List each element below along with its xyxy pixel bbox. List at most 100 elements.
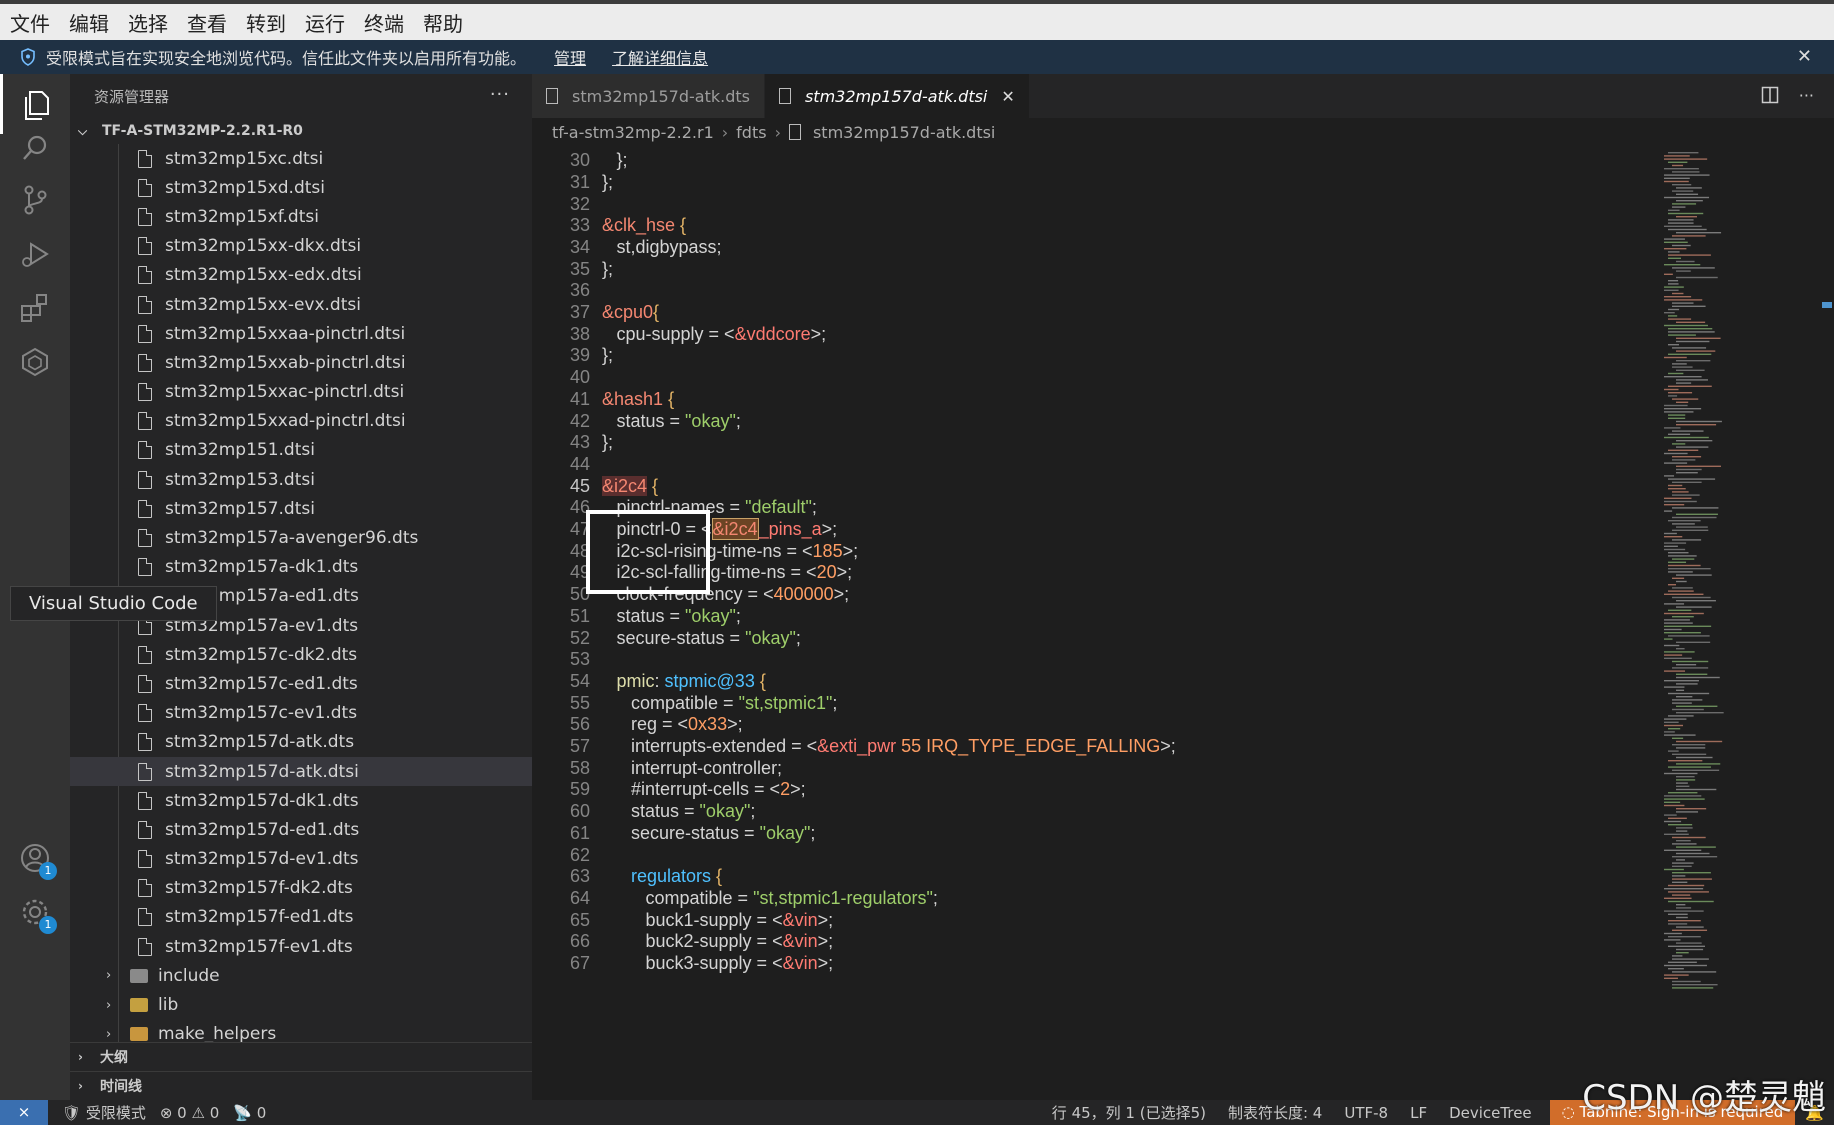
close-icon[interactable]: ✕ xyxy=(1797,46,1812,67)
minimap-line xyxy=(1664,411,1694,413)
language-mode[interactable]: DeviceTree xyxy=(1449,1104,1532,1122)
breadcrumb-item[interactable]: stm32mp157d-atk.dtsi xyxy=(813,123,995,142)
minimap-line xyxy=(1668,792,1698,794)
minimap-line xyxy=(1672,366,1693,368)
minimap-line xyxy=(1676,641,1711,643)
menu-item[interactable]: 帮助 xyxy=(423,8,463,37)
menu-item[interactable]: 选择 xyxy=(128,8,168,37)
file-label: stm32mp157f-ed1.dts xyxy=(165,907,354,928)
learn-more-link[interactable]: 了解详细信息 xyxy=(612,45,708,69)
minimap-line xyxy=(1664,299,1703,301)
file-item[interactable]: stm32mp157.dtsi xyxy=(70,494,532,523)
manage-link[interactable]: 管理 xyxy=(554,45,586,69)
menu-item[interactable]: 查看 xyxy=(187,8,227,37)
minimap-line xyxy=(1668,913,1688,915)
minimap-line xyxy=(1668,584,1677,586)
file-item[interactable]: stm32mp157a-avenger96.dts xyxy=(70,523,532,552)
file-item[interactable]: stm32mp157c-ev1.dts xyxy=(70,699,532,728)
code-line[interactable]: 67 buck3-supply = <&vin>; xyxy=(532,951,1682,976)
minimap-line xyxy=(1664,964,1707,967)
file-item[interactable]: stm32mp157f-ev1.dts xyxy=(70,932,532,961)
file-item[interactable]: stm32mp157c-ed1.dts xyxy=(70,669,532,698)
more-actions-icon[interactable]: ··· xyxy=(490,84,510,105)
remote-icon[interactable]: ⨯ xyxy=(0,1100,48,1125)
source-control-icon[interactable] xyxy=(17,182,53,218)
restricted-mode-status[interactable]: 🛡 受限模式 xyxy=(62,1102,146,1123)
file-item[interactable]: stm32mp157d-atk.dts xyxy=(70,728,532,757)
file-item[interactable]: stm32mp151.dtsi xyxy=(70,436,532,465)
minimap-line xyxy=(1668,372,1684,375)
file-item[interactable]: stm32mp15xx-edx.dtsi xyxy=(70,261,532,290)
watermark: CSDN @楚灵魈 xyxy=(1582,1078,1826,1118)
folder-item[interactable]: › make_helpers xyxy=(70,1020,532,1042)
file-item[interactable]: stm32mp15xc.dtsi xyxy=(70,144,532,173)
code-token: &vin xyxy=(782,953,818,974)
file-item[interactable]: stm32mp157d-ev1.dts xyxy=(70,845,532,874)
gear-icon[interactable]: 1 xyxy=(17,894,57,934)
file-item[interactable]: stm32mp157f-dk2.dts xyxy=(70,874,532,903)
encoding[interactable]: UTF-8 xyxy=(1344,1104,1388,1122)
more-actions-icon[interactable]: ··· xyxy=(1799,86,1814,108)
remote-explorer-icon[interactable] xyxy=(17,344,53,380)
minimap-line xyxy=(1668,331,1715,333)
run-debug-icon[interactable] xyxy=(17,236,53,272)
file-item[interactable]: stm32mp157f-ed1.dts xyxy=(70,903,532,932)
file-item[interactable]: stm32mp157d-dk1.dts xyxy=(70,786,532,815)
tooltip: Visual Studio Code xyxy=(10,586,217,621)
folder-item[interactable]: › lib xyxy=(70,990,532,1019)
code-token: ; xyxy=(811,497,817,518)
file-icon xyxy=(138,704,152,723)
timeline-section[interactable]: › 时间线 xyxy=(70,1071,532,1100)
minimap-line xyxy=(1664,721,1679,723)
file-item[interactable]: stm32mp157d-atk.dtsi xyxy=(70,756,532,787)
file-item[interactable]: stm32mp15xxad-pinctrl.dtsi xyxy=(70,407,532,436)
minimap-line xyxy=(1676,232,1722,234)
code-token: interrupt-controller; xyxy=(631,757,783,778)
close-icon[interactable]: ✕ xyxy=(1001,87,1014,106)
minimap-line xyxy=(1676,580,1687,583)
minimap[interactable] xyxy=(1660,148,1820,1088)
menu-item[interactable]: 终端 xyxy=(364,8,404,37)
file-item[interactable]: stm32mp15xx-evx.dtsi xyxy=(70,290,532,319)
file-item[interactable]: stm32mp15xd.dtsi xyxy=(70,173,532,202)
end-of-line[interactable]: LF xyxy=(1410,1104,1427,1122)
search-icon[interactable] xyxy=(17,130,53,166)
menu-item[interactable]: 编辑 xyxy=(69,8,109,37)
scrollbar-thumb[interactable] xyxy=(1822,302,1832,308)
tab-stm32mp157d-atk-dtsi[interactable]: stm32mp157d-atk.dtsi ✕ xyxy=(764,74,1030,118)
vertical-scrollbar[interactable] xyxy=(1820,148,1834,1088)
extensions-icon[interactable] xyxy=(17,290,53,326)
file-item[interactable]: stm32mp157d-ed1.dts xyxy=(70,815,532,844)
problems-status[interactable]: ⊗ 0 ⚠ 0 xyxy=(160,1104,219,1122)
outline-section[interactable]: › 大纲 xyxy=(70,1042,532,1071)
cursor-position[interactable]: 行 45，列 1 (已选择5) xyxy=(1052,1102,1206,1123)
account-icon[interactable]: 1 xyxy=(17,840,57,880)
file-item[interactable]: stm32mp15xxaa-pinctrl.dtsi xyxy=(70,319,532,348)
tab-stm32mp157d-atk-dts[interactable]: stm32mp157d-atk.dts xyxy=(532,74,765,118)
menu-item[interactable]: 文件 xyxy=(10,8,50,37)
file-item[interactable]: stm32mp153.dtsi xyxy=(70,465,532,494)
breadcrumb-item[interactable]: fdts xyxy=(736,123,766,142)
tab-size[interactable]: 制表符长度: 4 xyxy=(1228,1102,1322,1123)
explorer-icon[interactable] xyxy=(0,74,70,134)
file-item[interactable]: stm32mp15xf.dtsi xyxy=(70,202,532,231)
code-editor[interactable]: 30}; 31}; 32 33 &clk_hse {34 st,digbypass; 35}… xyxy=(532,148,1682,1088)
ports-status[interactable]: 📡 0 xyxy=(233,1104,266,1122)
workspace-folder[interactable]: ⌵ TF-A-STM32MP-2.2.R1-R0 xyxy=(70,118,532,144)
folder-item[interactable]: › include xyxy=(70,961,532,990)
minimap-line xyxy=(1664,545,1678,547)
minimap-line xyxy=(1676,465,1721,467)
split-editor-icon[interactable] xyxy=(1761,86,1779,108)
file-item[interactable]: stm32mp157c-dk2.dts xyxy=(70,640,532,669)
menu-item[interactable]: 转到 xyxy=(246,8,286,37)
breadcrumb-item[interactable]: tf-a-stm32mp-2.2.r1 xyxy=(552,123,714,142)
file-item[interactable]: stm32mp15xxab-pinctrl.dtsi xyxy=(70,348,532,377)
menu-item[interactable]: 运行 xyxy=(305,8,345,37)
file-item[interactable]: stm32mp157a-dk1.dts xyxy=(70,553,532,582)
minimap-line xyxy=(1664,651,1695,653)
file-item[interactable]: stm32mp15xxac-pinctrl.dtsi xyxy=(70,378,532,407)
minimap-line xyxy=(1668,254,1711,256)
code-token: >; xyxy=(821,519,838,540)
minimap-line xyxy=(1672,302,1694,304)
file-item[interactable]: stm32mp15xx-dkx.dtsi xyxy=(70,232,532,261)
